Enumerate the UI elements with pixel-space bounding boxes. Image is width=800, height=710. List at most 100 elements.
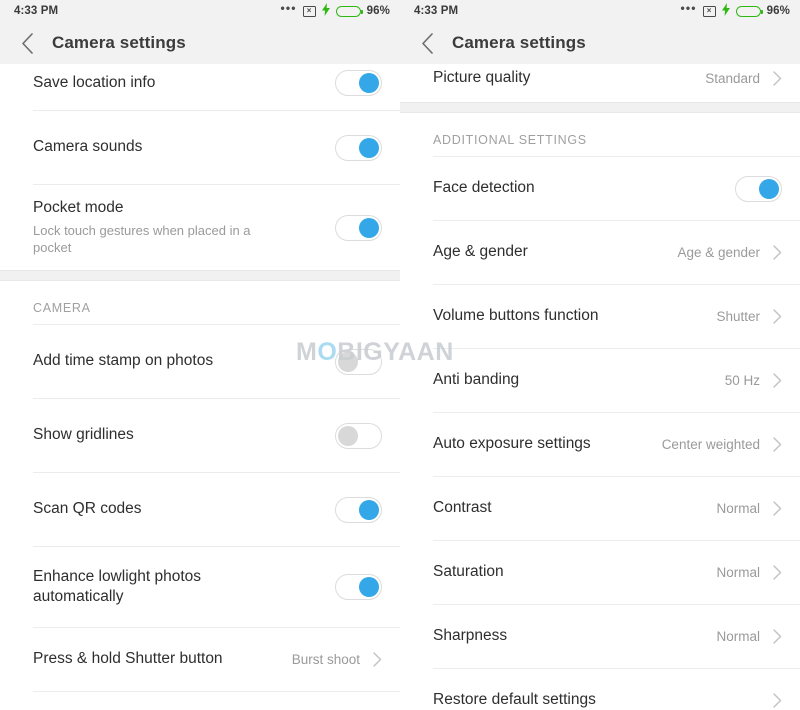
status-bar-icons: ••• × 96% <box>680 1 790 19</box>
row-text: Enhance lowlight photos automatically <box>33 567 335 607</box>
status-bar: 4:33 PM ••• × 96% <box>400 0 800 22</box>
row-title: Picture quality <box>433 68 531 86</box>
row-title: Restore default settings <box>433 691 596 709</box>
row-title: Volume buttons function <box>433 307 599 325</box>
charging-bolt-icon <box>321 3 330 18</box>
no-sim-icon: × <box>702 5 716 17</box>
row-show-gridlines[interactable]: Show gridlines <box>0 399 400 472</box>
row-save-location-info[interactable]: Save location info <box>0 64 400 110</box>
battery-percent-label: 96% <box>366 5 390 17</box>
no-sim-icon: × <box>302 5 316 17</box>
row-auto-exposure-settings[interactable]: Auto exposure settings Center weighted <box>400 413 800 476</box>
row-text: Scan QR codes <box>33 499 335 519</box>
row-title: Show gridlines <box>33 426 134 444</box>
toggle-show-gridlines[interactable] <box>335 422 382 449</box>
more-dots-icon: ••• <box>680 1 697 15</box>
row-enhance-lowlight-photos[interactable]: Enhance lowlight photos automatically <box>0 547 400 627</box>
row-text: Save location info <box>33 73 335 93</box>
row-text: Saturation <box>433 562 716 582</box>
row-text: Show gridlines <box>33 425 335 445</box>
toggle-save-location-info[interactable] <box>335 70 382 96</box>
row-picture-quality[interactable]: Picture quality Standard <box>400 64 800 102</box>
row-contrast[interactable]: Contrast Normal <box>400 477 800 540</box>
row-title: Age & gender <box>433 243 528 261</box>
action-bar: Camera settings <box>400 22 800 64</box>
row-text: Face detection <box>433 178 735 198</box>
row-title: Contrast <box>433 499 492 517</box>
row-subtitle: Lock touch gestures when placed in a poc… <box>33 222 251 256</box>
row-text: Add time stamp on photos <box>33 351 335 371</box>
row-value: Standard <box>705 70 760 86</box>
row-age-and-gender[interactable]: Age & gender Age & gender <box>400 221 800 284</box>
toggle-scan-qr-codes[interactable] <box>335 496 382 523</box>
row-text: Volume buttons function <box>433 306 716 326</box>
row-title: Scan QR codes <box>33 500 142 518</box>
page-title: Camera settings <box>52 33 186 52</box>
row-title: Saturation <box>433 563 504 581</box>
settings-list-left[interactable]: Save location info Camera sounds Pocket … <box>0 64 400 710</box>
chevron-left-icon[interactable] <box>414 30 440 56</box>
toggle-enhance-lowlight-photos[interactable] <box>335 574 382 600</box>
chevron-right-icon <box>772 309 782 324</box>
chevron-right-icon <box>772 693 782 708</box>
row-value: Shutter <box>716 309 760 324</box>
row-title: Add time stamp on photos <box>33 352 214 370</box>
row-text: Contrast <box>433 498 716 518</box>
row-value: 50 Hz <box>724 373 760 388</box>
row-text: Anti banding <box>433 370 725 390</box>
row-value: Normal <box>716 629 760 644</box>
more-dots-icon: ••• <box>280 1 297 15</box>
row-camera-frame[interactable]: Camera frame Standard 4:3 <box>0 692 400 710</box>
row-text: Restore default settings <box>433 690 760 710</box>
page-title: Camera settings <box>452 33 586 52</box>
chevron-right-icon <box>372 652 382 667</box>
row-restore-default-settings[interactable]: Restore default settings <box>400 669 800 710</box>
row-add-time-stamp-on-photos[interactable]: Add time stamp on photos <box>0 325 400 398</box>
right-phone-screen: 4:33 PM ••• × 96% Camera settings Pictur… <box>400 0 800 710</box>
action-bar: Camera settings <box>0 22 400 64</box>
row-title: Pocket mode <box>33 199 124 217</box>
left-phone-screen: 4:33 PM ••• × 96% Camera settings Save l… <box>0 0 400 710</box>
row-sharpness[interactable]: Sharpness Normal <box>400 605 800 668</box>
row-title: Enhance lowlight photos automatically <box>33 567 202 605</box>
section-header-additional-settings: ADDITIONAL SETTINGS <box>433 133 587 147</box>
row-anti-banding[interactable]: Anti banding 50 Hz <box>400 349 800 412</box>
row-title: Face detection <box>433 179 535 197</box>
chevron-left-icon[interactable] <box>14 30 40 56</box>
chevron-right-icon <box>772 70 782 86</box>
status-bar-clock: 4:33 PM <box>414 5 459 17</box>
row-saturation[interactable]: Saturation Normal <box>400 541 800 604</box>
chevron-right-icon <box>772 245 782 260</box>
chevron-right-icon <box>772 629 782 644</box>
row-pocket-mode[interactable]: Pocket mode Lock touch gestures when pla… <box>0 185 400 270</box>
charging-bolt-icon <box>721 3 730 18</box>
row-value: Normal <box>716 501 760 516</box>
section-separator-band <box>0 270 400 281</box>
row-face-detection[interactable]: Face detection <box>400 157 800 220</box>
toggle-face-detection[interactable] <box>735 175 782 202</box>
settings-list-right[interactable]: Picture quality Standard ADDITIONAL SETT… <box>400 64 800 710</box>
row-text: Camera sounds <box>33 137 335 157</box>
row-title: Press & hold Shutter button <box>33 650 223 668</box>
row-scan-qr-codes[interactable]: Scan QR codes <box>0 473 400 546</box>
battery-icon <box>735 5 763 17</box>
row-text: Press & hold Shutter button <box>33 649 292 669</box>
section-header-camera: CAMERA <box>33 301 91 315</box>
toggle-pocket-mode[interactable] <box>335 214 382 241</box>
status-bar-icons: ••• × 96% <box>280 1 390 19</box>
chevron-right-icon <box>772 437 782 452</box>
row-title: Sharpness <box>433 627 508 645</box>
toggle-add-time-stamp-on-photos[interactable] <box>335 348 382 375</box>
row-volume-buttons-function[interactable]: Volume buttons function Shutter <box>400 285 800 348</box>
row-value: Age & gender <box>677 245 760 260</box>
dual-screenshot-container: 4:33 PM ••• × 96% Camera settings Save l… <box>0 0 800 710</box>
row-value: Center weighted <box>661 437 760 452</box>
toggle-camera-sounds[interactable] <box>335 134 382 161</box>
row-camera-sounds[interactable]: Camera sounds <box>0 111 400 184</box>
row-press-hold-shutter-button[interactable]: Press & hold Shutter button Burst shoot <box>0 628 400 691</box>
section-separator-band <box>400 102 800 113</box>
chevron-right-icon <box>772 373 782 388</box>
row-title: Camera sounds <box>33 138 143 156</box>
row-title: Auto exposure settings <box>433 435 591 453</box>
row-value: Normal <box>716 565 760 580</box>
